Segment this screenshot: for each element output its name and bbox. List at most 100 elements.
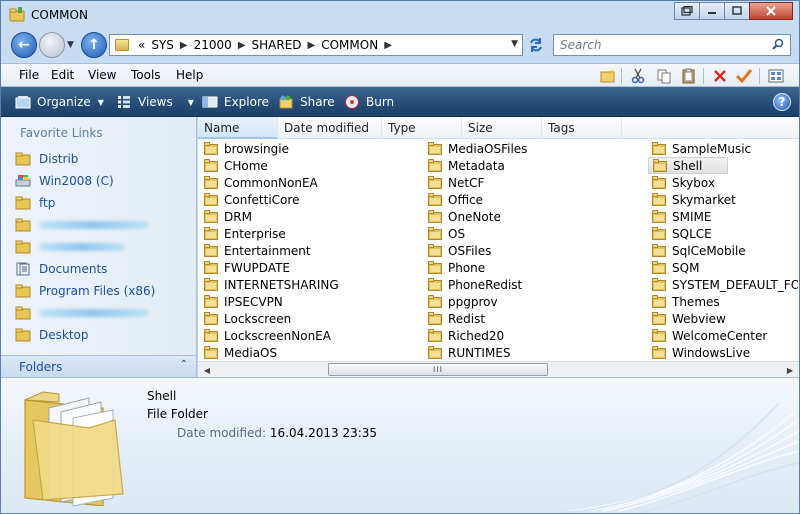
- back-button[interactable]: ←: [11, 32, 37, 58]
- file-list-item[interactable]: CHome: [200, 157, 410, 174]
- file-list-item[interactable]: NetCF: [424, 174, 634, 191]
- file-list-item[interactable]: ppgprov: [424, 293, 634, 310]
- recent-pages-dropdown[interactable]: ▼: [67, 40, 74, 50]
- file-list-item[interactable]: MediaOSFiles: [424, 140, 634, 157]
- file-list-item[interactable]: Shell: [648, 157, 728, 174]
- favorite-link-redacted[interactable]: [15, 304, 149, 322]
- file-list-item[interactable]: IPSECVPN: [200, 293, 410, 310]
- file-list-item[interactable]: OneNote: [424, 208, 634, 225]
- file-list-item[interactable]: Themes: [648, 293, 798, 310]
- title-bar[interactable]: COMMON: [1, 1, 799, 29]
- file-list-item[interactable]: RUNTIMES: [424, 344, 634, 361]
- chevron-up-icon[interactable]: ⌃: [180, 359, 188, 370]
- favorite-link-redacted[interactable]: [15, 238, 125, 256]
- menu-view[interactable]: View: [88, 68, 116, 82]
- file-list-item[interactable]: INTERNETSHARING: [200, 276, 410, 293]
- file-list-item[interactable]: Redist: [424, 310, 634, 327]
- menu-help[interactable]: Help: [176, 68, 203, 82]
- refresh-button[interactable]: [525, 34, 547, 56]
- breadcrumb-item[interactable]: SHARED: [249, 38, 305, 52]
- scroll-right-icon[interactable]: ▶: [782, 363, 798, 377]
- favorite-link-program-files[interactable]: Program Files (x86): [15, 282, 155, 300]
- chevron-right-icon[interactable]: ▶: [305, 40, 319, 51]
- file-list-item[interactable]: Webview: [648, 310, 798, 327]
- organize-button[interactable]: Organize ▼: [15, 93, 104, 111]
- view-toggle-icon[interactable]: [767, 67, 785, 85]
- file-list-item[interactable]: MediaOS: [200, 344, 410, 361]
- file-list-item[interactable]: SqlCeMobile: [648, 242, 798, 259]
- breadcrumb-item[interactable]: SYS: [148, 38, 177, 52]
- copy-icon[interactable]: [655, 67, 673, 85]
- column-header-tags[interactable]: Tags: [542, 117, 622, 139]
- help-button[interactable]: ?: [773, 93, 791, 111]
- column-header-date-modified[interactable]: Date modified: [278, 117, 382, 139]
- search-input[interactable]: [554, 35, 764, 55]
- new-folder-icon[interactable]: [599, 67, 617, 85]
- file-list-item[interactable]: SMIME: [648, 208, 798, 225]
- file-list-item[interactable]: Phone: [424, 259, 634, 276]
- file-list-item[interactable]: Lockscreen: [200, 310, 410, 327]
- file-list-item[interactable]: CommonNonEA: [200, 174, 410, 191]
- favorite-link-distrib[interactable]: Distrib: [15, 150, 78, 168]
- maximize-button[interactable]: [724, 2, 750, 20]
- file-list-item[interactable]: Office: [424, 191, 634, 208]
- file-list-item[interactable]: Skybox: [648, 174, 798, 191]
- address-bar[interactable]: « SYS ▶ 21000 ▶ SHARED ▶ COMMON ▶ ▼: [109, 34, 523, 56]
- breadcrumb-item[interactable]: 21000: [191, 38, 235, 52]
- chevron-right-icon[interactable]: ▶: [381, 40, 395, 51]
- column-header-size[interactable]: Size: [462, 117, 542, 139]
- views-button[interactable]: Views ▼: [116, 93, 194, 111]
- favorite-link-win2008[interactable]: Win2008 (C): [15, 172, 114, 190]
- file-list-item[interactable]: Riched20: [424, 327, 634, 344]
- chevron-right-icon[interactable]: ▶: [235, 40, 249, 51]
- scroll-left-icon[interactable]: ◀: [199, 363, 215, 377]
- favorite-link-desktop[interactable]: Desktop: [15, 326, 89, 344]
- file-list-item[interactable]: browsingie: [200, 140, 410, 157]
- file-list-item[interactable]: FWUPDATE: [200, 259, 410, 276]
- delete-icon[interactable]: [711, 67, 729, 85]
- file-list-item[interactable]: LockscreenNonEA: [200, 327, 410, 344]
- file-list-item[interactable]: Skymarket: [648, 191, 798, 208]
- file-list-item[interactable]: ConfettiCore: [200, 191, 410, 208]
- horizontal-scrollbar[interactable]: ◀ III ▶: [198, 361, 799, 377]
- menu-file[interactable]: File: [19, 68, 39, 82]
- share-button[interactable]: Share: [278, 93, 335, 111]
- file-list-item[interactable]: WelcomeCenter: [648, 327, 798, 344]
- breadcrumb-overflow[interactable]: «: [135, 38, 148, 52]
- file-list-item[interactable]: SQLCE: [648, 225, 798, 242]
- close-button[interactable]: [749, 2, 793, 20]
- breadcrumb-item[interactable]: COMMON: [318, 38, 381, 52]
- file-list-item[interactable]: Metadata: [424, 157, 634, 174]
- paste-icon[interactable]: [680, 67, 698, 85]
- file-list-item[interactable]: PhoneRedist: [424, 276, 634, 293]
- column-header-name[interactable]: Name: [198, 117, 278, 139]
- favorite-link-redacted[interactable]: [15, 216, 149, 234]
- file-list-item[interactable]: DRM: [200, 208, 410, 225]
- up-button[interactable]: ↑: [81, 32, 107, 58]
- restore-down-button[interactable]: [674, 2, 700, 20]
- chevron-right-icon[interactable]: ▶: [177, 40, 191, 51]
- file-list-item[interactable]: SampleMusic: [648, 140, 798, 157]
- burn-button[interactable]: Burn: [344, 93, 394, 111]
- properties-check-icon[interactable]: [735, 67, 753, 85]
- folders-toggle[interactable]: Folders ⌃: [1, 355, 197, 377]
- cut-icon[interactable]: [629, 67, 647, 85]
- file-list-item[interactable]: WindowsLive: [648, 344, 798, 361]
- minimize-button[interactable]: [699, 2, 725, 20]
- search-icon[interactable]: [772, 38, 784, 50]
- file-list-item[interactable]: Entertainment: [200, 242, 410, 259]
- file-list-item[interactable]: SYSTEM_DEFAULT_FO: [648, 276, 798, 293]
- explore-button[interactable]: Explore: [202, 93, 269, 111]
- forward-button[interactable]: [39, 32, 65, 58]
- menu-edit[interactable]: Edit: [51, 68, 74, 82]
- menu-tools[interactable]: Tools: [131, 68, 161, 82]
- address-history-dropdown[interactable]: ▼: [511, 39, 518, 49]
- file-list-item[interactable]: OS: [424, 225, 634, 242]
- scrollbar-thumb[interactable]: III: [328, 363, 548, 376]
- favorite-link-ftp[interactable]: ftp: [15, 194, 55, 212]
- file-list-item[interactable]: Enterprise: [200, 225, 410, 242]
- file-list-item[interactable]: OSFiles: [424, 242, 634, 259]
- file-list-item[interactable]: SQM: [648, 259, 798, 276]
- favorite-link-documents[interactable]: Documents: [15, 260, 107, 278]
- column-header-type[interactable]: Type: [382, 117, 462, 139]
